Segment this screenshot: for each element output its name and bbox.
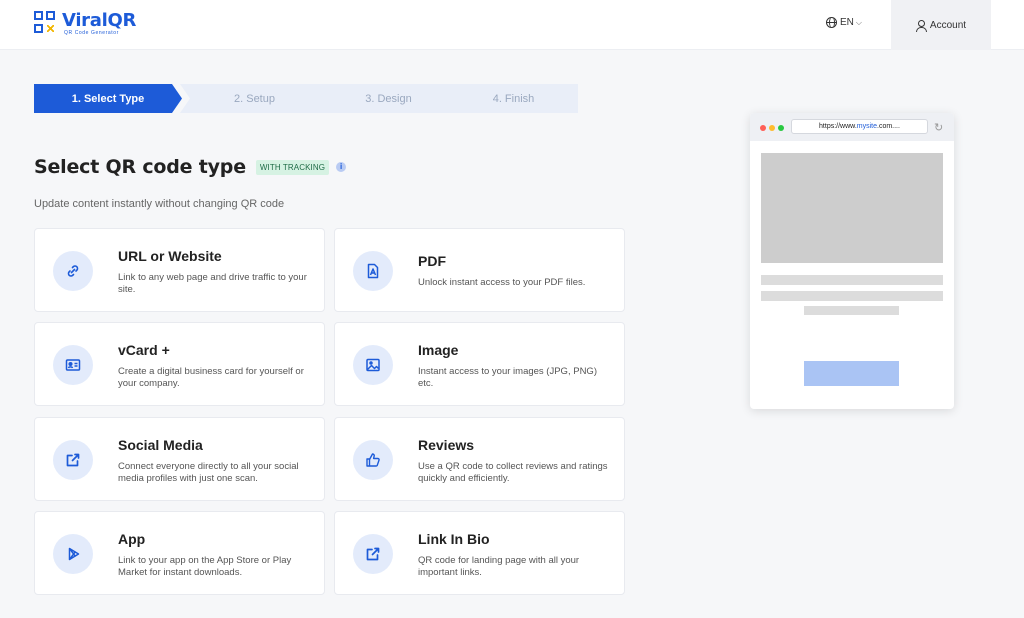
- account-label: Account: [929, 19, 967, 31]
- type-card-vcard[interactable]: vCard + Create a digital business card f…: [34, 322, 325, 406]
- language-selector[interactable]: EN ⌵: [826, 17, 862, 28]
- type-card-pdf[interactable]: PDF Unlock instant access to your PDF fi…: [334, 228, 625, 312]
- top-header: ViralQR QR Code Generator EN ⌵ Account: [0, 0, 1024, 50]
- card-title: App: [118, 531, 146, 547]
- type-card-social-media[interactable]: Social Media Connect everyone directly t…: [34, 417, 325, 501]
- step-setup[interactable]: 2. Setup: [180, 84, 329, 113]
- pdf-icon: [353, 251, 393, 291]
- card-description: QR code for landing page with all your i…: [418, 555, 580, 578]
- card-title: Link In Bio: [418, 531, 490, 547]
- close-dot-icon: [760, 125, 766, 131]
- reload-icon: ↻: [934, 122, 944, 134]
- card-description: Use a QR code to collect reviews and rat…: [418, 461, 608, 484]
- card-description: Connect everyone directly to all your so…: [118, 461, 299, 484]
- text-line-placeholder: [761, 291, 943, 301]
- external-link-icon: [353, 534, 393, 574]
- card-title: URL or Website: [118, 248, 222, 264]
- card-description: Link to any web page and drive traffic t…: [118, 272, 307, 295]
- qr-logo-icon: [34, 11, 56, 35]
- image-icon: [353, 345, 393, 385]
- maximize-dot-icon: [778, 125, 784, 131]
- card-title: PDF: [418, 253, 446, 269]
- type-card-reviews[interactable]: Reviews Use a QR code to collect reviews…: [334, 417, 625, 501]
- card-title: vCard +: [118, 342, 170, 358]
- step-select-type[interactable]: 1. Select Type: [34, 84, 182, 113]
- page-title: Select QR code type: [34, 156, 246, 178]
- share-icon: [53, 440, 93, 480]
- type-card-link-in-bio[interactable]: Link In Bio QR code for landing page wit…: [334, 511, 625, 595]
- contact-card-icon: [53, 345, 93, 385]
- card-title: Image: [418, 342, 459, 358]
- info-icon[interactable]: i: [336, 162, 347, 172]
- text-line-placeholder: [761, 275, 943, 285]
- step-finish[interactable]: 4. Finish: [449, 84, 578, 113]
- minimize-dot-icon: [769, 125, 775, 131]
- type-card-image[interactable]: Image Instant access to your images (JPG…: [334, 322, 625, 406]
- card-description: Link to your app on the App Store or Pla…: [118, 555, 292, 578]
- card-description: Unlock instant access to your PDF files.: [418, 277, 586, 288]
- tracking-badge: WITH TRACKING: [255, 159, 330, 175]
- card-title: Reviews: [418, 437, 475, 453]
- user-icon: [915, 19, 927, 32]
- text-line-placeholder: [804, 306, 899, 315]
- play-icon: [53, 534, 93, 574]
- chevron-down-icon: ⌵: [855, 17, 862, 27]
- language-label: EN: [840, 17, 854, 28]
- qr-preview-mockup: https://www.mysite.com.... ↻: [750, 113, 954, 409]
- card-title: Social Media: [118, 437, 203, 453]
- card-description: Instant access to your images (JPG, PNG)…: [418, 366, 597, 389]
- browser-url: https://www.mysite.com....: [791, 119, 928, 134]
- link-icon: [53, 251, 93, 291]
- button-placeholder: [804, 361, 899, 386]
- viralqr-logo[interactable]: ViralQR QR Code Generator: [34, 11, 136, 36]
- image-placeholder: [761, 153, 943, 263]
- wizard-steps: 1. Select Type 2. Setup 3. Design 4. Fin…: [34, 84, 578, 113]
- card-description: Create a digital business card for yours…: [118, 366, 304, 389]
- type-card-url[interactable]: URL or Website Link to any web page and …: [34, 228, 325, 312]
- thumbs-up-icon: [353, 440, 393, 480]
- browser-bar: https://www.mysite.com.... ↻: [750, 113, 954, 141]
- logo-tagline: QR Code Generator: [64, 30, 119, 36]
- logo-name: ViralQR: [62, 10, 137, 31]
- type-card-app[interactable]: App Link to your app on the App Store or…: [34, 511, 325, 595]
- step-design[interactable]: 3. Design: [314, 84, 463, 113]
- account-button[interactable]: Account: [891, 0, 991, 50]
- globe-icon: [826, 17, 837, 28]
- page-subtitle: Update content instantly without changin…: [34, 198, 285, 210]
